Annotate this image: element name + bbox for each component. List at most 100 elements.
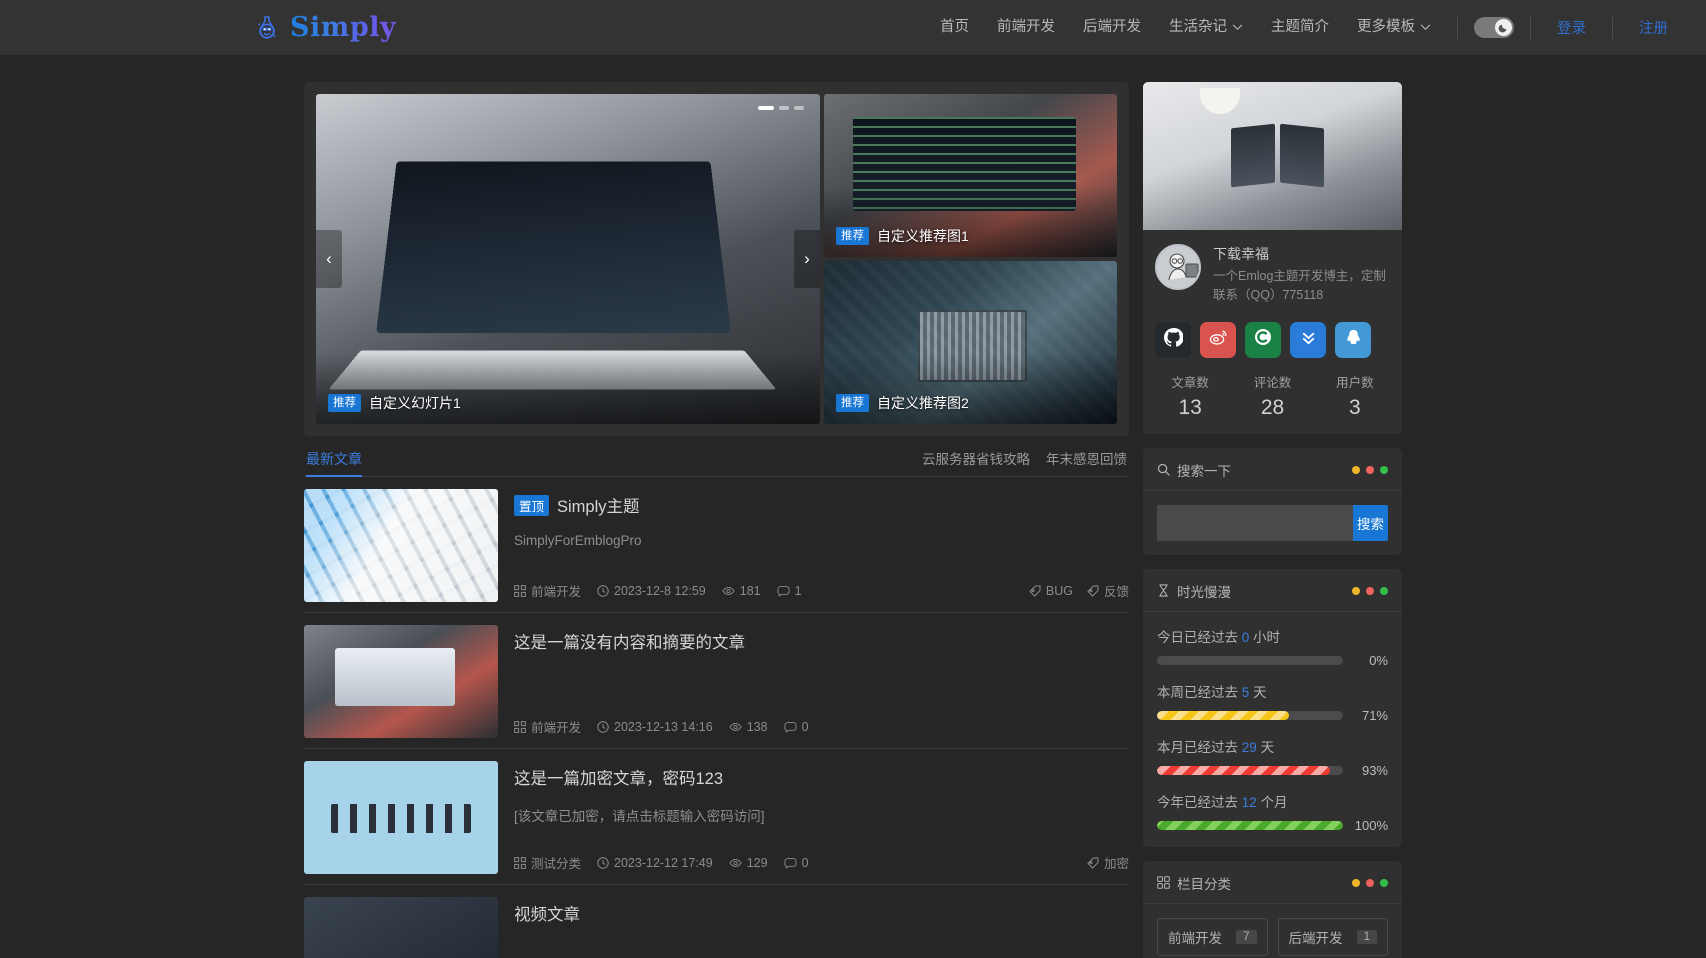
login-link[interactable]: 登录 bbox=[1543, 17, 1600, 38]
slider-next-button[interactable]: › bbox=[794, 230, 820, 288]
register-link[interactable]: 注册 bbox=[1625, 17, 1682, 38]
meta-category[interactable]: 前端开发 bbox=[514, 717, 581, 736]
progress-bar bbox=[1157, 656, 1343, 665]
page-container: ‹ › 推荐 自定义幻灯片1 推荐 自定义推荐图1 bbox=[0, 55, 1706, 958]
weibo-link[interactable] bbox=[1200, 322, 1236, 358]
github-link[interactable] bbox=[1155, 322, 1191, 358]
nav-item-about-theme[interactable]: 主题简介 bbox=[1257, 0, 1343, 55]
article-title-text: 这是一篇加密文章，密码123 bbox=[514, 765, 723, 789]
window-lights bbox=[1352, 466, 1388, 474]
slider-dot[interactable] bbox=[794, 106, 804, 110]
window-lights bbox=[1352, 587, 1388, 595]
article-row[interactable]: 这是一篇加密文章，密码123 [该文章已加密，请点击标题输入密码访问] 测试分类… bbox=[304, 749, 1129, 885]
progress-bar bbox=[1157, 821, 1343, 830]
moon-icon bbox=[1495, 19, 1512, 36]
tag-icon bbox=[1029, 585, 1041, 597]
stat-label: 评论数 bbox=[1231, 372, 1313, 391]
timeline-prefix: 本周已经过去 bbox=[1157, 685, 1238, 700]
article-row[interactable]: 这是一篇没有内容和摘要的文章 前端开发 2023-12-13 14:16 bbox=[304, 613, 1129, 749]
profile-header: 下载幸福 一个Emlog主题开发博主，定制联系（QQ）775118 bbox=[1143, 230, 1402, 310]
article-title[interactable]: 视频文章 bbox=[514, 901, 1129, 925]
csdn-link[interactable] bbox=[1245, 322, 1281, 358]
article-thumbnail[interactable] bbox=[304, 897, 498, 958]
category-item-backend[interactable]: 后端开发 1 bbox=[1278, 918, 1389, 956]
hourglass-icon bbox=[1157, 584, 1170, 597]
nav-item-frontend[interactable]: 前端开发 bbox=[983, 0, 1069, 55]
grid-icon bbox=[1157, 876, 1170, 889]
latest-articles-tab[interactable]: 最新文章 bbox=[306, 449, 362, 477]
slider-thumb-1[interactable]: 推荐 自定义推荐图1 bbox=[824, 94, 1117, 257]
meta-category[interactable]: 测试分类 bbox=[514, 853, 581, 872]
nav-item-more-templates[interactable]: 更多模板 bbox=[1343, 0, 1445, 55]
article-row[interactable]: 视频文章 bbox=[304, 885, 1129, 958]
categories-card: 栏目分类 前端开发 7 后端开发 1 bbox=[1143, 861, 1402, 958]
clock-icon bbox=[597, 585, 609, 597]
light-yellow bbox=[1352, 587, 1360, 595]
meta-views-count: 129 bbox=[747, 856, 768, 870]
stat-value: 13 bbox=[1149, 396, 1231, 420]
promo-link-2[interactable]: 年末感恩回馈 bbox=[1046, 448, 1127, 468]
social-links bbox=[1143, 310, 1402, 358]
category-item-frontend[interactable]: 前端开发 7 bbox=[1157, 918, 1268, 956]
slider-main-slide[interactable]: ‹ › 推荐 自定义幻灯片1 bbox=[316, 94, 820, 424]
timeline-bar-row: 71% bbox=[1157, 708, 1388, 723]
download-icon bbox=[1299, 328, 1318, 352]
slider-thumbnails: 推荐 自定义推荐图1 推荐 自定义推荐图2 bbox=[824, 94, 1117, 424]
profile-text: 下载幸福 一个Emlog主题开发博主，定制联系（QQ）775118 bbox=[1213, 244, 1390, 306]
timeline-card-header: 时光慢漫 bbox=[1143, 569, 1402, 612]
meta-views: 138 bbox=[729, 720, 768, 734]
profile-stats: 文章数 13 评论数 28 用户数 3 bbox=[1143, 358, 1402, 434]
light-green bbox=[1380, 879, 1388, 887]
timeline-number: 12 bbox=[1242, 795, 1257, 810]
article-excerpt: [该文章已加密，请点击标题输入密码访问] bbox=[514, 805, 1129, 825]
search-form: 搜索 bbox=[1157, 505, 1388, 541]
slide-title: 自定义推荐图1 bbox=[877, 226, 969, 246]
timeline-prefix: 本月已经过去 bbox=[1157, 740, 1238, 755]
avatar[interactable] bbox=[1155, 244, 1201, 290]
article-row[interactable]: 置顶 Simply主题 SimplyForEmblogPro 前端开发 bbox=[304, 477, 1129, 613]
slider-prev-button[interactable]: ‹ bbox=[316, 230, 342, 288]
category-label: 前端开发 bbox=[1168, 927, 1222, 947]
tag-item[interactable]: 加密 bbox=[1087, 853, 1129, 872]
slide-title: 自定义幻灯片1 bbox=[369, 393, 461, 413]
article-body: 视频文章 bbox=[514, 897, 1129, 958]
timeline-card-title-text: 时光慢漫 bbox=[1177, 581, 1231, 601]
article-thumbnail[interactable] bbox=[304, 625, 498, 738]
article-thumbnail[interactable] bbox=[304, 761, 498, 874]
slider-dot[interactable] bbox=[779, 106, 789, 110]
dark-mode-toggle[interactable] bbox=[1474, 17, 1514, 38]
tag-item[interactable]: BUG bbox=[1029, 581, 1073, 600]
search-input[interactable] bbox=[1157, 505, 1353, 541]
article-tags: BUG 反馈 bbox=[1029, 581, 1129, 600]
nav-item-home[interactable]: 首页 bbox=[926, 0, 983, 55]
article-title[interactable]: 置顶 Simply主题 bbox=[514, 493, 1129, 517]
article-title[interactable]: 这是一篇加密文章，密码123 bbox=[514, 765, 1129, 789]
site-logo[interactable]: Simply bbox=[253, 12, 396, 43]
timeline-label: 本周已经过去 5 天 bbox=[1157, 681, 1388, 701]
timeline-bar-row: 0% bbox=[1157, 653, 1388, 668]
search-button[interactable]: 搜索 bbox=[1353, 505, 1388, 541]
meta-comments: 0 bbox=[784, 856, 809, 870]
article-thumbnail[interactable] bbox=[304, 489, 498, 602]
progress-percent: 0% bbox=[1352, 653, 1388, 668]
search-card: 搜索一下 搜索 bbox=[1143, 448, 1402, 555]
nav-item-backend[interactable]: 后端开发 bbox=[1069, 0, 1155, 55]
recommend-badge: 推荐 bbox=[836, 227, 869, 246]
promo-link-1[interactable]: 云服务器省钱攻略 bbox=[922, 448, 1030, 468]
meta-category[interactable]: 前端开发 bbox=[514, 581, 581, 600]
article-title[interactable]: 这是一篇没有内容和摘要的文章 bbox=[514, 629, 1129, 653]
search-card-body: 搜索 bbox=[1143, 491, 1402, 555]
tag-item[interactable]: 反馈 bbox=[1087, 581, 1129, 600]
categories-card-header: 栏目分类 bbox=[1143, 861, 1402, 904]
search-card-header: 搜索一下 bbox=[1143, 448, 1402, 491]
download-link[interactable] bbox=[1290, 322, 1326, 358]
tag-label: 反馈 bbox=[1104, 581, 1129, 600]
nav-label: 首页 bbox=[940, 0, 969, 55]
tag-label: BUG bbox=[1046, 584, 1073, 598]
slider-dot[interactable] bbox=[758, 106, 774, 110]
qq-link[interactable] bbox=[1335, 322, 1371, 358]
nav-item-life[interactable]: 生活杂记 bbox=[1155, 0, 1257, 55]
slider-thumb-2[interactable]: 推荐 自定义推荐图2 bbox=[824, 261, 1117, 424]
nav-label: 更多模板 bbox=[1357, 0, 1415, 55]
progress-bar bbox=[1157, 711, 1343, 720]
